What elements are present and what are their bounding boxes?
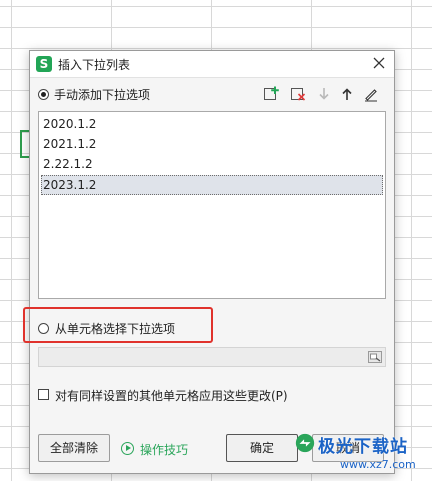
add-item-icon[interactable] bbox=[262, 85, 280, 103]
list-item[interactable]: 2020.1.2 bbox=[41, 114, 383, 134]
close-icon[interactable] bbox=[370, 54, 388, 72]
clear-all-button[interactable]: 全部清除 bbox=[38, 434, 110, 462]
manual-option-radio[interactable] bbox=[38, 89, 49, 100]
tips-link[interactable]: 操作技巧 bbox=[140, 441, 188, 458]
delete-item-icon[interactable] bbox=[289, 85, 307, 103]
ok-button[interactable]: 确定 bbox=[226, 434, 298, 462]
list-item[interactable]: 2.22.1.2 bbox=[41, 154, 383, 174]
apply-all-checkbox[interactable] bbox=[38, 389, 49, 400]
play-tips-icon[interactable] bbox=[121, 442, 134, 455]
cell-option-radio[interactable] bbox=[38, 323, 49, 334]
cell-range-input[interactable] bbox=[38, 347, 386, 367]
wps-sheet-icon: S bbox=[36, 56, 52, 72]
range-select-icon[interactable] bbox=[367, 349, 383, 365]
manual-option-label[interactable]: 手动添加下拉选项 bbox=[54, 86, 150, 103]
list-item[interactable]: 2021.1.2 bbox=[41, 134, 383, 154]
cancel-button[interactable]: 取消 bbox=[312, 434, 384, 462]
move-up-icon[interactable] bbox=[338, 85, 356, 103]
cell-option-label[interactable]: 从单元格选择下拉选项 bbox=[55, 320, 175, 337]
dropdown-items-list[interactable]: 2020.1.2 2021.1.2 2.22.1.2 2023.1.2 bbox=[38, 111, 386, 299]
list-item-selected[interactable]: 2023.1.2 bbox=[41, 175, 383, 195]
dialog-titlebar: S 插入下拉列表 bbox=[30, 51, 394, 78]
insert-dropdown-dialog: S 插入下拉列表 手动添加下拉选项 2020.1.2 2021.1.2 2.22… bbox=[23, 50, 395, 474]
move-down-icon[interactable] bbox=[315, 85, 333, 103]
apply-all-label[interactable]: 对有同样设置的其他单元格应用这些更改(P) bbox=[55, 387, 288, 404]
dialog-title: 插入下拉列表 bbox=[58, 58, 131, 72]
edit-item-icon[interactable] bbox=[362, 85, 380, 103]
